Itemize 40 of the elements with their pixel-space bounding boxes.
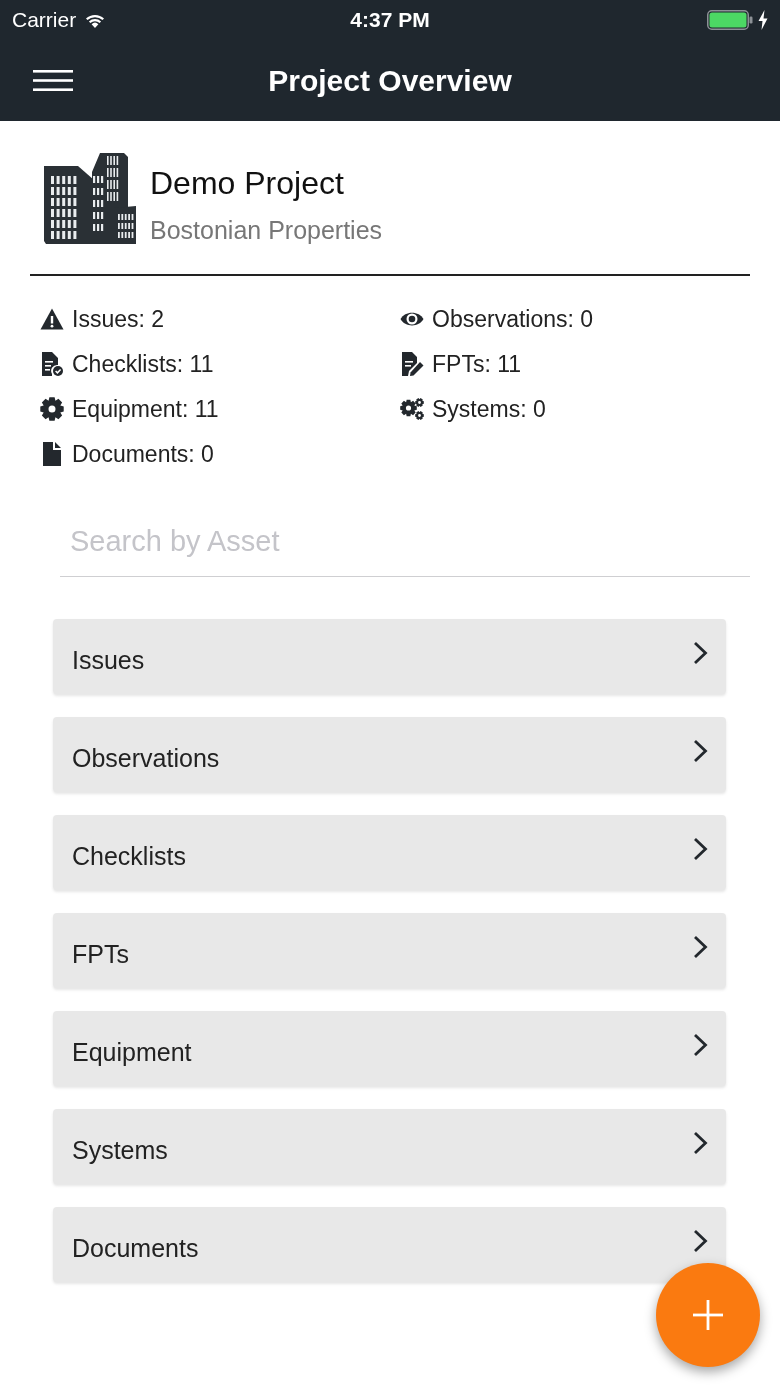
document-icon — [40, 441, 64, 466]
chevron-icon — [693, 640, 708, 665]
search-field[interactable]: Search by Asset — [60, 507, 750, 577]
charging-bolt-icon — [758, 10, 768, 30]
menu-row[interactable]: Documents — [53, 1207, 726, 1282]
menu-row[interactable]: Observations — [53, 717, 726, 792]
stat-label: Checklists: 11 — [72, 349, 214, 378]
gear-icon — [40, 396, 64, 421]
gears-icon — [400, 396, 424, 421]
document-check-icon — [40, 351, 64, 376]
carrier-name: Carrier — [12, 7, 77, 33]
company-name: Bostonian Properties — [150, 215, 383, 246]
screen-title: Project Overview — [268, 62, 512, 99]
menu-row[interactable]: Checklists — [53, 815, 726, 890]
menu-icon — [33, 69, 73, 91]
menu-row[interactable]: Equipment — [53, 1011, 726, 1086]
chevron-icon — [693, 1130, 708, 1155]
chevron-icon — [693, 836, 708, 861]
add-button[interactable] — [656, 1263, 760, 1367]
clock-time: 4:37 PM — [350, 7, 430, 33]
chevron-icon — [693, 1032, 708, 1057]
chevron-icon — [693, 934, 708, 959]
battery-icon — [707, 10, 753, 30]
warning-icon — [40, 306, 64, 331]
plus-icon — [693, 1300, 723, 1330]
stat-label: Documents: 0 — [72, 439, 214, 468]
menu-row[interactable]: FPTs — [53, 913, 726, 988]
chevron-icon — [693, 738, 708, 763]
project-name: Demo Project — [150, 164, 345, 203]
stat-label: Issues: 2 — [72, 304, 165, 333]
stat-label: Systems: 0 — [432, 394, 546, 423]
menu-row[interactable]: Systems — [53, 1109, 726, 1184]
stat-label: Equipment: 11 — [72, 394, 219, 423]
building-icon — [44, 152, 136, 244]
document-pencil-icon — [400, 351, 424, 376]
stat-label: FPTs: 11 — [432, 349, 522, 378]
wifi-icon — [84, 12, 107, 28]
menu-row[interactable]: Issues — [53, 619, 726, 694]
stat-label: Observations: 0 — [432, 304, 594, 333]
chevron-icon — [693, 1228, 708, 1253]
